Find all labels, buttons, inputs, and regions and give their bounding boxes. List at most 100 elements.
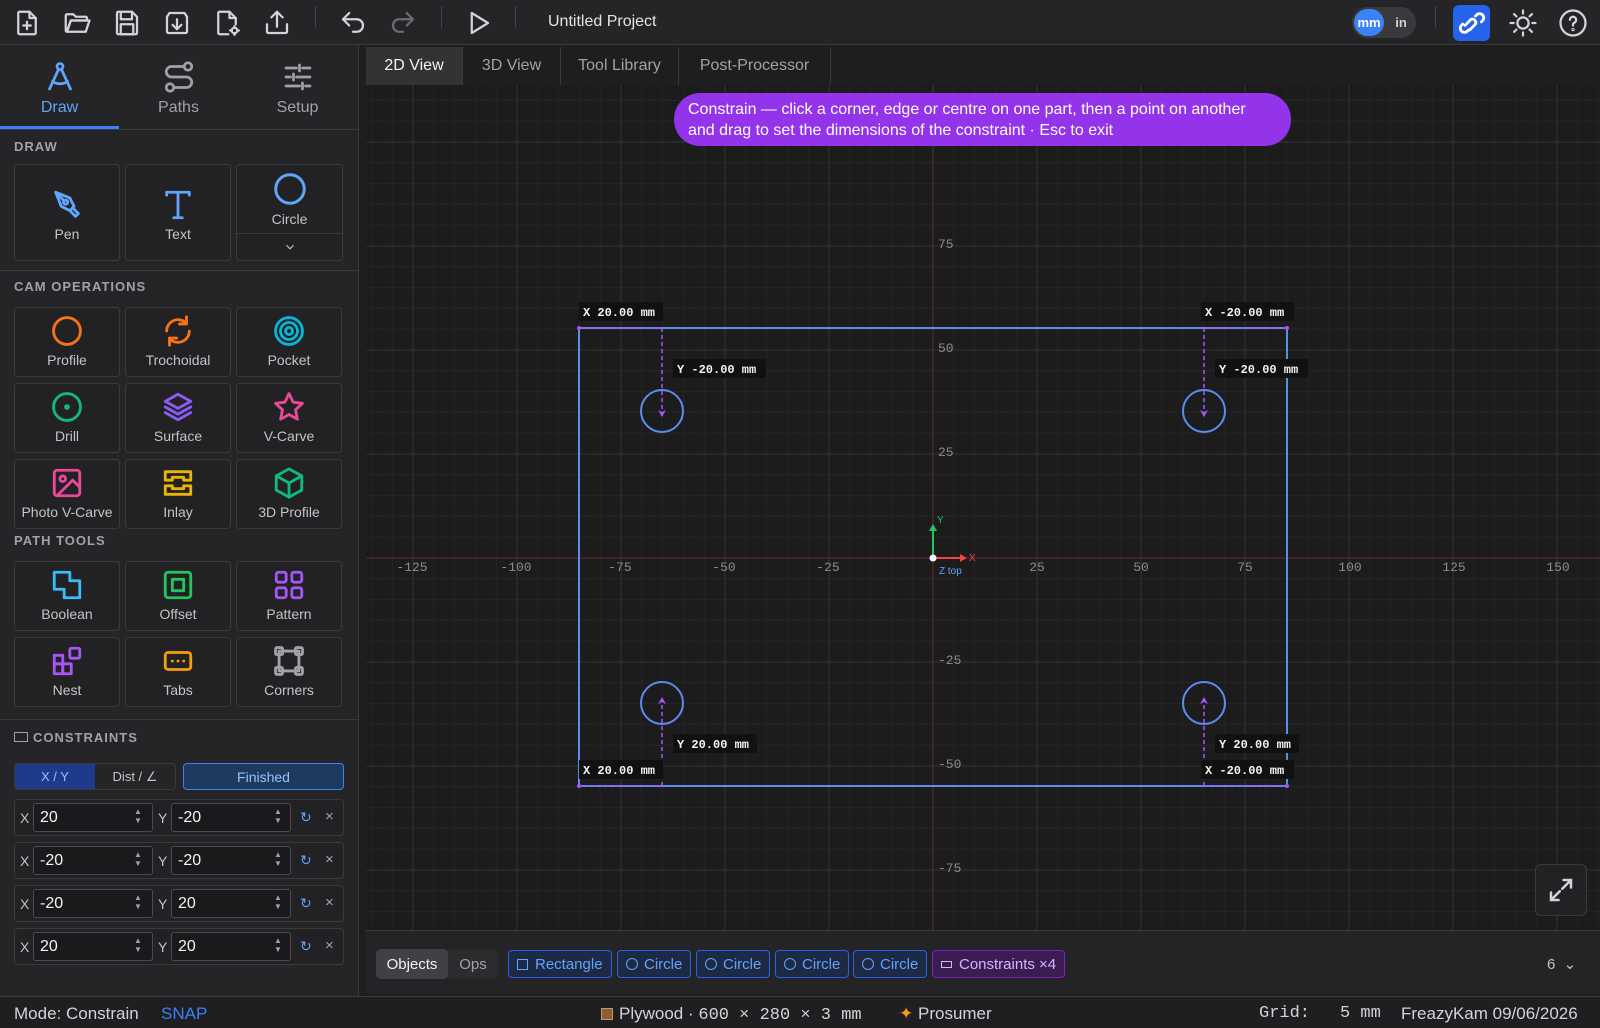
material-name: Plywood ·: [619, 1004, 699, 1023]
material-dims: 600 × 280 × 3 mm: [698, 1006, 862, 1025]
dim-label-tl-x: X 20.00 mm: [583, 306, 655, 320]
text-icon: [165, 190, 191, 220]
inlay-tool-button[interactable]: Inlay: [125, 459, 231, 529]
grid-minor: [366, 85, 1600, 930]
x-stepper[interactable]: ▲ ▼: [133, 893, 143, 913]
y-tick-label: -25: [938, 653, 961, 668]
remove-icon[interactable]: ×: [325, 894, 334, 911]
reset-icon[interactable]: ↻: [300, 895, 312, 912]
expand-view-button[interactable]: [1535, 864, 1587, 916]
finished-button[interactable]: Finished: [183, 763, 344, 790]
3d-profile-tool-button[interactable]: 3D Profile: [236, 459, 342, 529]
redo-icon[interactable]: [385, 5, 421, 41]
tab-paths[interactable]: Paths: [119, 45, 238, 129]
object-chip-circle[interactable]: Circle: [696, 950, 771, 978]
object-chip-circle[interactable]: Circle: [775, 950, 850, 978]
unit-mm-option[interactable]: mm: [1354, 9, 1384, 36]
y-stepper[interactable]: ▲ ▼: [273, 936, 283, 956]
remove-icon[interactable]: ×: [325, 851, 334, 868]
remove-icon[interactable]: ×: [325, 937, 334, 954]
hint-line-1: Constrain — click a corner, edge or cent…: [688, 101, 1246, 118]
constraint-row: X ▲▼ Y ▲▼ ↻ ×: [14, 799, 344, 836]
file-settings-icon[interactable]: [209, 5, 245, 41]
objects-tab[interactable]: Objects: [376, 949, 448, 979]
circle-tool-button[interactable]: Circle: [237, 165, 342, 233]
text-tool-button[interactable]: Text: [125, 164, 231, 261]
cam-section-title: CAM OPERATIONS: [14, 279, 147, 294]
object-count[interactable]: 6 ⌄: [1547, 955, 1576, 973]
circle-shape-bl[interactable]: [640, 681, 684, 725]
object-chip-circle[interactable]: Circle: [617, 950, 692, 978]
y-stepper[interactable]: ▲ ▼: [273, 893, 283, 913]
y-stepper[interactable]: ▲ ▼: [273, 850, 283, 870]
mode-dist-button[interactable]: Dist / ∠: [95, 764, 175, 789]
tab-post-processor[interactable]: Post-Processor: [679, 47, 831, 85]
snap-status[interactable]: SNAP: [161, 1004, 207, 1024]
export-icon[interactable]: [259, 5, 295, 41]
tab-tool-library[interactable]: Tool Library: [561, 47, 679, 85]
material-status[interactable]: Plywood · 600 × 280 × 3 mm: [601, 1004, 862, 1025]
x-stepper[interactable]: ▲ ▼: [133, 936, 143, 956]
object-chip-circle[interactable]: Circle: [853, 950, 928, 978]
run-icon[interactable]: [460, 5, 496, 41]
corners-icon: [274, 646, 304, 676]
tabs-tool-button[interactable]: Tabs: [125, 637, 231, 707]
remove-icon[interactable]: ×: [325, 808, 334, 825]
tab-2d-view[interactable]: 2D View: [366, 47, 463, 85]
offset-tool-button[interactable]: Offset: [125, 561, 231, 631]
project-title[interactable]: Untitled Project: [548, 13, 657, 31]
pattern-tool-button[interactable]: Pattern: [236, 561, 342, 631]
pen-tool-label: Pen: [54, 226, 80, 242]
circle-shape-tr[interactable]: [1182, 389, 1226, 433]
profile-tool-button[interactable]: Profile: [14, 307, 120, 377]
v-carve-tool-button[interactable]: V-Carve: [236, 383, 342, 453]
circle-shape-br[interactable]: [1182, 681, 1226, 725]
download-icon[interactable]: [159, 5, 195, 41]
ops-tab[interactable]: Ops: [448, 949, 498, 979]
reset-icon[interactable]: ↻: [300, 852, 312, 869]
corners-tool-button[interactable]: Corners: [236, 637, 342, 707]
drawing-canvas[interactable]: -125 -100 -75 -50 -25 25 50 75 100 125 1…: [366, 85, 1600, 930]
tab-3d-view[interactable]: 3D View: [463, 47, 561, 85]
trochoidal-tool-button[interactable]: Trochoidal: [125, 307, 231, 377]
open-folder-icon[interactable]: [59, 5, 95, 41]
pen-tool-button[interactable]: Pen: [14, 164, 120, 261]
drill-tool-button[interactable]: Drill: [14, 383, 120, 453]
grid-icon: [274, 570, 304, 600]
unit-in-option[interactable]: in: [1388, 9, 1414, 36]
inlay-tool-label: Inlay: [163, 504, 193, 520]
dim-label-br-y: Y 20.00 mm: [1219, 738, 1291, 752]
brand-date: FreazyKam 09/06/2026: [1401, 1004, 1578, 1023]
circle-tool-dropdown[interactable]: [237, 233, 342, 260]
tab-setup[interactable]: Setup: [238, 45, 357, 129]
constraint-row: X ▲▼ Y ▲▼ ↻ ×: [14, 928, 344, 965]
object-chip-rectangle[interactable]: Rectangle: [508, 950, 612, 978]
tab-draw[interactable]: Draw: [0, 45, 119, 129]
y-tick-labels: 75 50 25 -25 -50 -75: [938, 237, 961, 876]
surface-tool-button[interactable]: Surface: [125, 383, 231, 453]
unit-toggle[interactable]: mm in: [1352, 7, 1416, 38]
undo-icon[interactable]: [335, 5, 371, 41]
nest-tool-button[interactable]: Nest: [14, 637, 120, 707]
circle-shape-tl[interactable]: [640, 389, 684, 433]
grid-value[interactable]: 5 mm: [1340, 1004, 1381, 1023]
theme-sun-icon[interactable]: [1505, 5, 1541, 41]
save-icon[interactable]: [109, 5, 145, 41]
help-icon[interactable]: [1555, 5, 1591, 41]
pocket-tool-button[interactable]: Pocket: [236, 307, 342, 377]
offset-tool-label: Offset: [159, 606, 197, 622]
machine-status[interactable]: ✦ Prosumer: [899, 1004, 992, 1024]
photo-v-carve-tool-button[interactable]: Photo V-Carve: [14, 459, 120, 529]
circle-tool-group: Circle: [236, 164, 343, 261]
boolean-tool-button[interactable]: Boolean: [14, 561, 120, 631]
paths-icon: [164, 61, 193, 93]
object-chip-constraints[interactable]: Constraints ×4: [932, 950, 1066, 978]
new-file-icon[interactable]: [9, 5, 45, 41]
reset-icon[interactable]: ↻: [300, 809, 312, 826]
snap-magnet-icon[interactable]: [1453, 5, 1490, 41]
reset-icon[interactable]: ↻: [300, 938, 312, 955]
x-stepper[interactable]: ▲ ▼: [133, 807, 143, 827]
x-stepper[interactable]: ▲ ▼: [133, 850, 143, 870]
mode-xy-button[interactable]: X / Y: [15, 764, 95, 789]
y-stepper[interactable]: ▲ ▼: [273, 807, 283, 827]
